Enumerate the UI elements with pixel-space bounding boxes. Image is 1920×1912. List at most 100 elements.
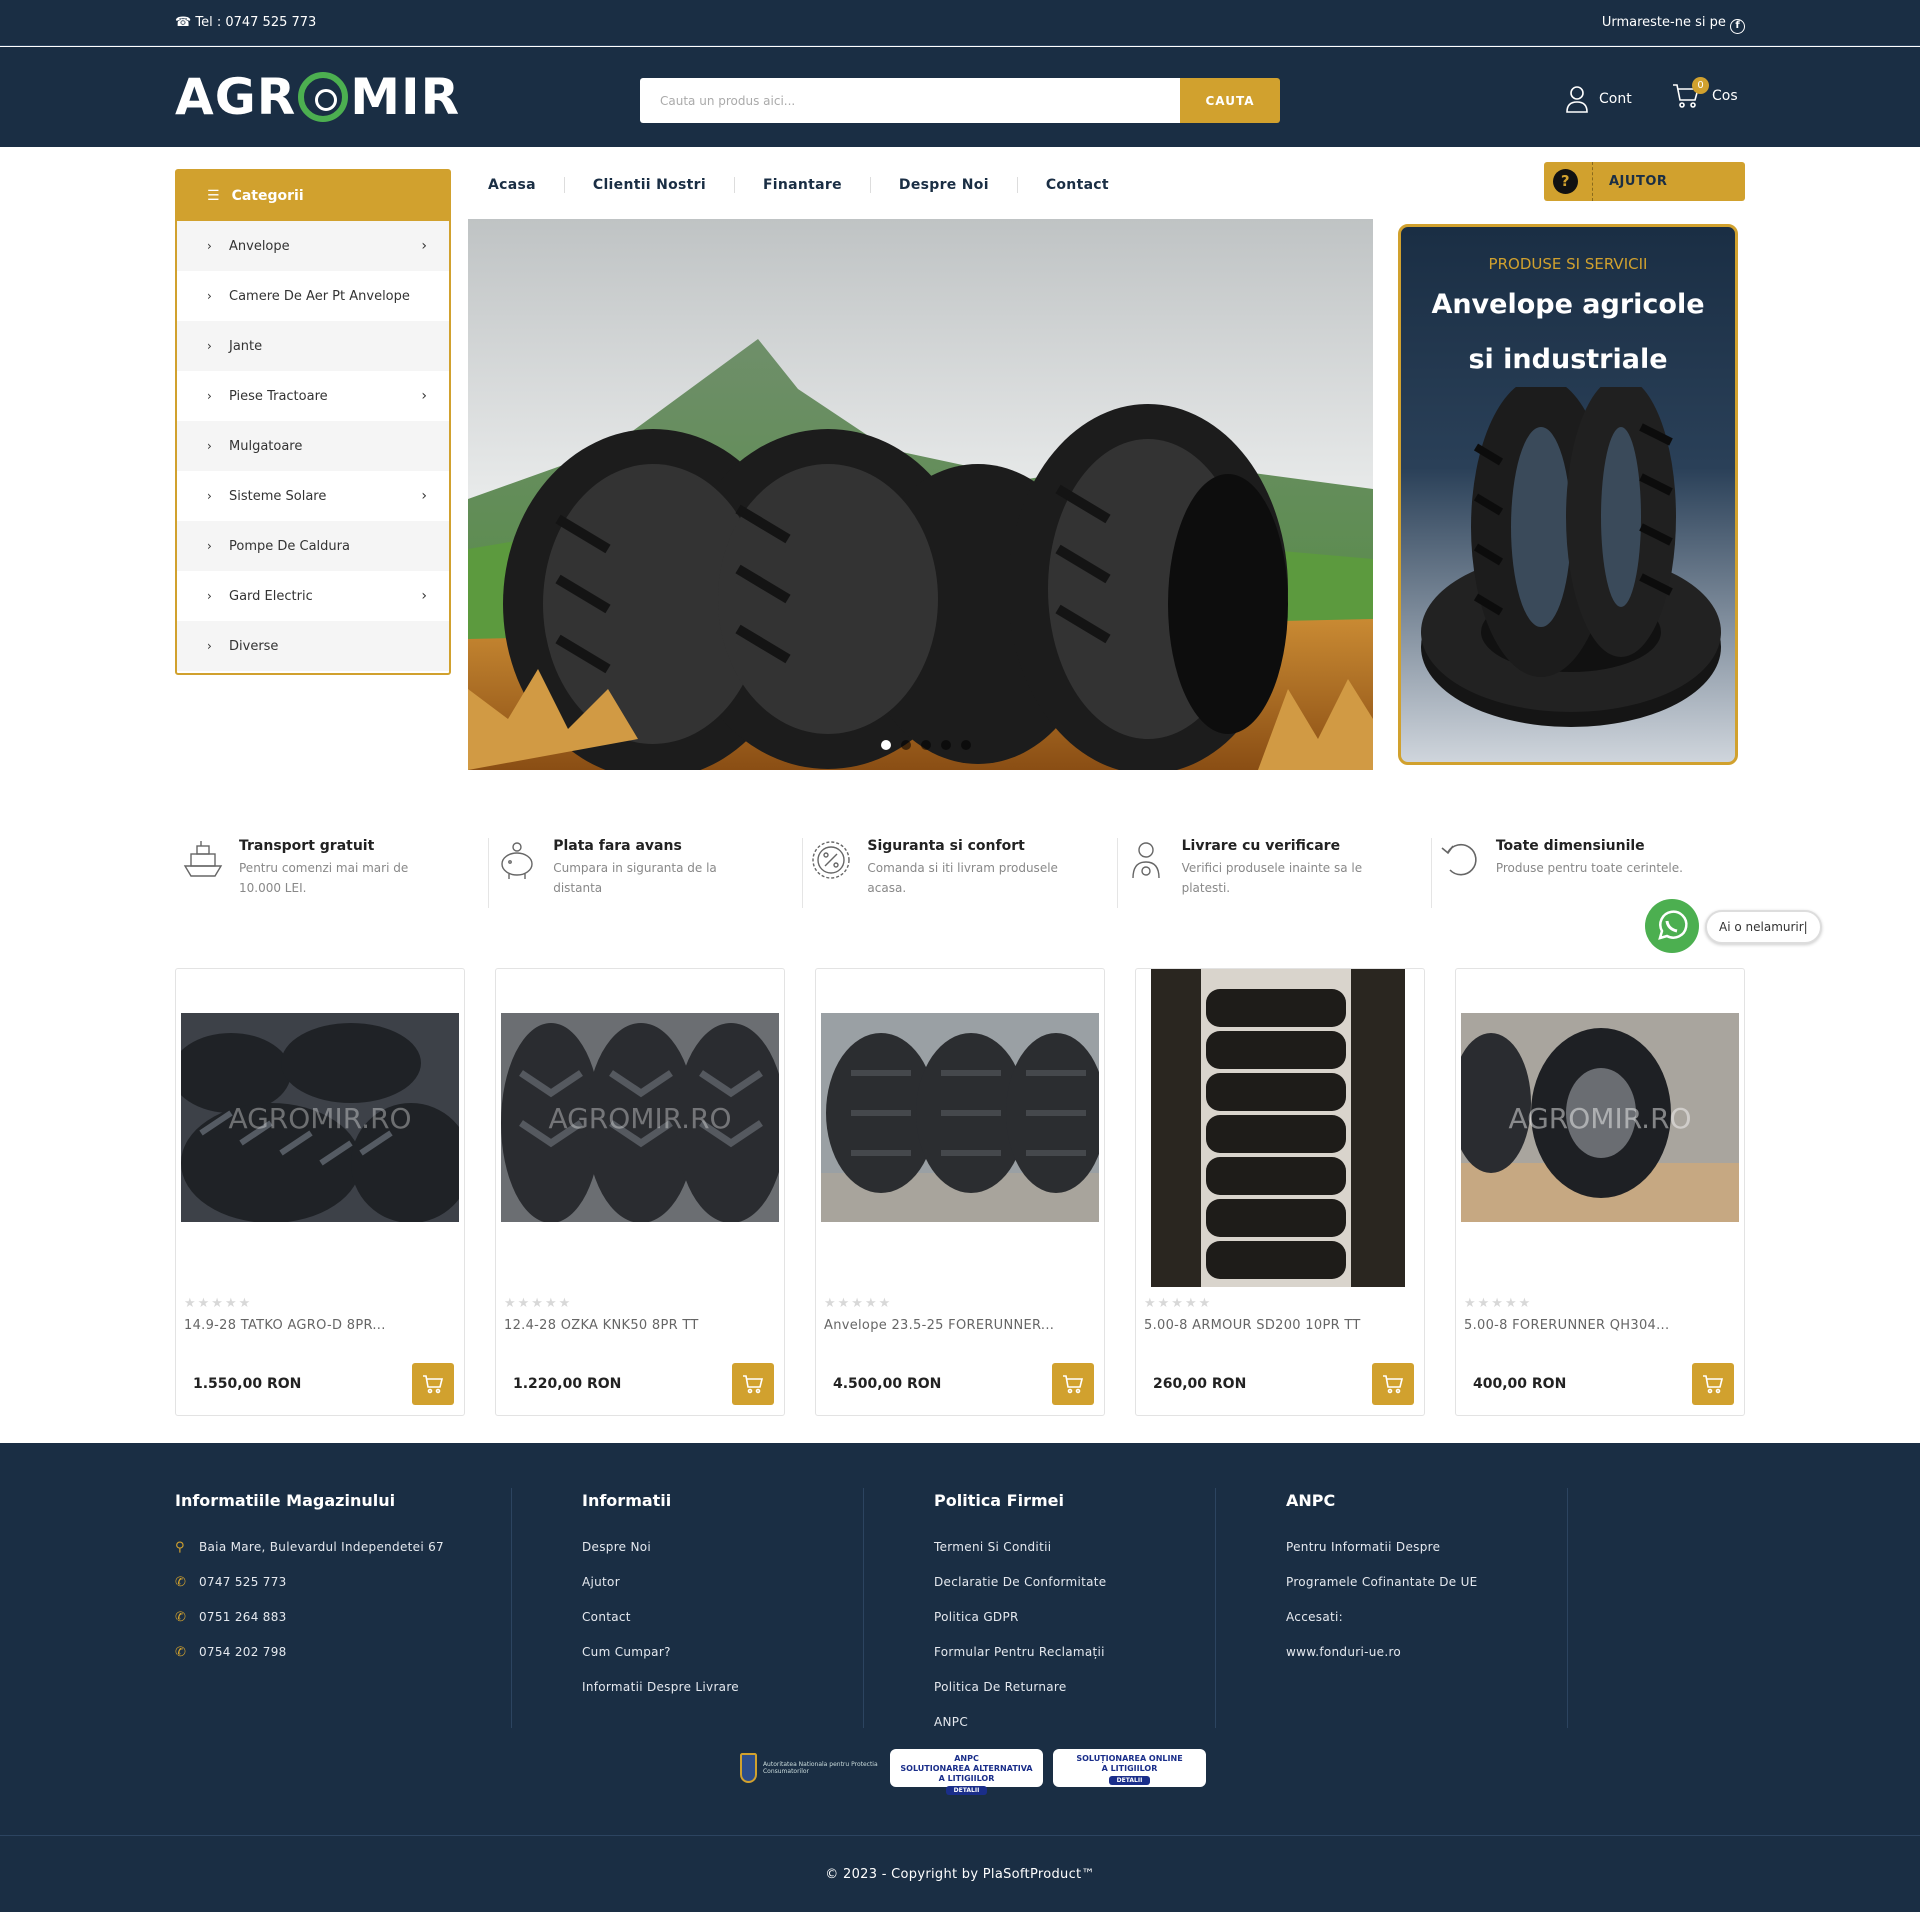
sal-details: DETALII (945, 1786, 988, 1795)
anpc-authority-badge[interactable]: Autoritatea Nationala pentru Protectia C… (740, 1750, 880, 1786)
product-name[interactable]: 5.00-8 ARMOUR SD200 10PR TT (1144, 1318, 1361, 1333)
nav-despre-noi[interactable]: Despre Noi (871, 177, 1018, 193)
category-header[interactable]: ☰ Categorii (177, 171, 449, 221)
product-name[interactable]: 5.00-8 FORERUNNER QH304... (1464, 1318, 1669, 1333)
sidebar-item-jante[interactable]: › Jante (177, 321, 449, 371)
feature-desc: Verifici produsele inainte sa le platest… (1181, 861, 1363, 895)
hero-slider[interactable] (468, 219, 1373, 770)
nav-finantare[interactable]: Finantare (735, 177, 871, 193)
footer-divider (1215, 1488, 1216, 1728)
piggy-bank-icon (501, 842, 533, 879)
footer-link[interactable]: Informatii Despre Livrare (582, 1680, 739, 1715)
product-card[interactable]: AGROMIR.RO ★★★★★ 12.4-28 OZKA KNK50 8PR … (495, 968, 785, 1416)
product-card[interactable]: AGROMIR.RO ★★★★★ 14.9-28 TATKO AGRO-D 8P… (175, 968, 465, 1416)
product-image[interactable]: AGROMIR.RO (181, 1013, 459, 1222)
follow-us: Urmareste-ne si pe f (1602, 15, 1745, 34)
logo-text-right: MIR (350, 68, 461, 126)
slider-dot-4[interactable] (941, 740, 951, 750)
sidebar-item-label: Anvelope (229, 238, 290, 254)
sal-badge[interactable]: ANPC SOLUTIONAREA ALTERNATIVA A LITIGIIL… (890, 1749, 1043, 1795)
footer-address-text: Baia Mare, Bulevardul Independetei 67 (199, 1540, 444, 1554)
product-image[interactable] (1151, 969, 1405, 1287)
sidebar-item-sisteme-solare[interactable]: › Sisteme Solare › (177, 471, 449, 521)
footer-link[interactable]: www.fonduri-ue.ro (1286, 1645, 1478, 1680)
footer-link[interactable]: Contact (582, 1610, 739, 1645)
feature-title: Siguranta si confort (867, 838, 1025, 854)
follow-label: Urmareste-ne si pe (1601, 15, 1726, 30)
slider-dot-1[interactable] (881, 740, 891, 750)
nav-clientii-nostri[interactable]: Clientii Nostri (565, 177, 735, 193)
chevron-right-icon: › (207, 289, 212, 303)
category-list: › Anvelope › › Camere De Aer Pt Anvelope › Jan… (177, 221, 449, 671)
sal-title-2: A LITIGIILOR (938, 1774, 995, 1783)
sidebar-item-gard-electric[interactable]: › Gard Electric › (177, 571, 449, 621)
product-price: 260,00 RON (1153, 1376, 1247, 1392)
cart-link[interactable]: 0 Cos (1672, 77, 1738, 109)
whatsapp-button[interactable] (1645, 899, 1699, 953)
footer-heading: Informatiile Magazinului (175, 1491, 396, 1510)
facebook-icon[interactable]: f (1730, 19, 1745, 34)
slider-dot-3[interactable] (921, 740, 931, 750)
footer-link[interactable]: Politica De Returnare (934, 1680, 1106, 1715)
logo[interactable]: AGR MIR (175, 68, 461, 126)
feature-title: Livrare cu verificare (1181, 838, 1341, 854)
product-card[interactable]: AGROMIR.RO ★★★★★ 5.00-8 FORERUNNER QH304… (1455, 968, 1745, 1416)
add-to-cart-button[interactable] (1372, 1363, 1414, 1405)
chevron-right-icon: › (207, 639, 212, 653)
footer-phone[interactable]: ✆ 0751 264 883 (175, 1610, 444, 1645)
search-button[interactable]: CAUTA (1180, 78, 1280, 123)
footer-link[interactable]: Declaratie De Conformitate (934, 1575, 1106, 1610)
sidebar-item-diverse[interactable]: › Diverse (177, 621, 449, 671)
product-image[interactable]: AGROMIR.RO (1461, 1013, 1739, 1222)
product-name[interactable]: 14.9-28 TATKO AGRO-D 8PR... (184, 1318, 386, 1333)
sidebar-item-camere-de-aer-pt-anvelope[interactable]: › Camere De Aer Pt Anvelope (177, 271, 449, 321)
product-card[interactable]: ★★★★★ Anvelope 23.5-25 FORERUNNER... 4.5… (815, 968, 1105, 1416)
slider-dots (881, 740, 971, 750)
chevron-right-icon: › (207, 239, 212, 253)
footer-phone-text: 0747 525 773 (199, 1575, 287, 1589)
product-name[interactable]: Anvelope 23.5-25 FORERUNNER... (824, 1318, 1054, 1333)
hero-image-tires (468, 219, 1373, 770)
product-image[interactable] (821, 1013, 1099, 1222)
add-to-cart-button[interactable] (1692, 1363, 1734, 1405)
add-to-cart-button[interactable] (412, 1363, 454, 1405)
promo-banner[interactable]: PRODUSE SI SERVICII Anvelope agricole si… (1398, 224, 1738, 765)
footer-link[interactable]: Formular Pentru Reclamații (934, 1645, 1106, 1680)
footer-link[interactable]: Politica GDPR (934, 1610, 1106, 1645)
footer-link[interactable]: Cum Cumpar? (582, 1645, 739, 1680)
help-button[interactable]: ? AJUTOR (1544, 162, 1745, 201)
feature-desc: Comanda si iti livram produsele acasa. (867, 861, 1058, 895)
footer-link[interactable]: Ajutor (582, 1575, 739, 1610)
sidebar-item-pompe-de-caldura[interactable]: › Pompe De Caldura (177, 521, 449, 571)
cart-label: Cos (1712, 88, 1738, 104)
chevron-right-icon: › (207, 489, 212, 503)
footer-phone[interactable]: ✆ 0754 202 798 (175, 1645, 444, 1680)
product-name[interactable]: 12.4-28 OZKA KNK50 8PR TT (504, 1318, 699, 1333)
product-card[interactable]: ★★★★★ 5.00-8 ARMOUR SD200 10PR TT 260,00… (1135, 968, 1425, 1416)
sidebar-item-piese-tractoare[interactable]: › Piese Tractoare › (177, 371, 449, 421)
top-phone[interactable]: ☎ Tel : 0747 525 773 (175, 15, 316, 30)
sidebar-item-mulgatoare[interactable]: › Mulgatoare (177, 421, 449, 471)
footer-link[interactable]: Despre Noi (582, 1540, 739, 1575)
footer-link[interactable]: Termeni Si Conditii (934, 1540, 1106, 1575)
footer-link[interactable]: ANPC (934, 1715, 1106, 1750)
phone-icon: ✆ (175, 1575, 187, 1590)
category-title: Categorii (231, 188, 304, 204)
nav-contact[interactable]: Contact (1018, 177, 1137, 193)
account-link[interactable]: Cont (1565, 85, 1632, 113)
add-to-cart-button[interactable] (732, 1363, 774, 1405)
product-image[interactable]: AGROMIR.RO (501, 1013, 779, 1222)
product-watermark: AGROMIR.RO (548, 1102, 731, 1135)
slider-dot-2[interactable] (901, 740, 911, 750)
sal-brand: ANPC (954, 1754, 979, 1763)
add-to-cart-button[interactable] (1052, 1363, 1094, 1405)
footer-phone[interactable]: ✆ 0747 525 773 (175, 1575, 444, 1610)
sidebar-item-anvelope[interactable]: › Anvelope › (177, 221, 449, 271)
sol-badge[interactable]: SOLUȚIONAREA ONLINE A LITIGIILOR DETALII (1053, 1749, 1206, 1787)
cart-icon (1383, 1375, 1404, 1394)
search-input[interactable] (640, 78, 1180, 123)
whatsapp-bubble[interactable]: Ai o nelamurir| (1705, 910, 1822, 944)
nav-acasa[interactable]: Acasa (460, 177, 565, 193)
slider-dot-5[interactable] (961, 740, 971, 750)
footer-heading: ANPC (1286, 1491, 1336, 1510)
